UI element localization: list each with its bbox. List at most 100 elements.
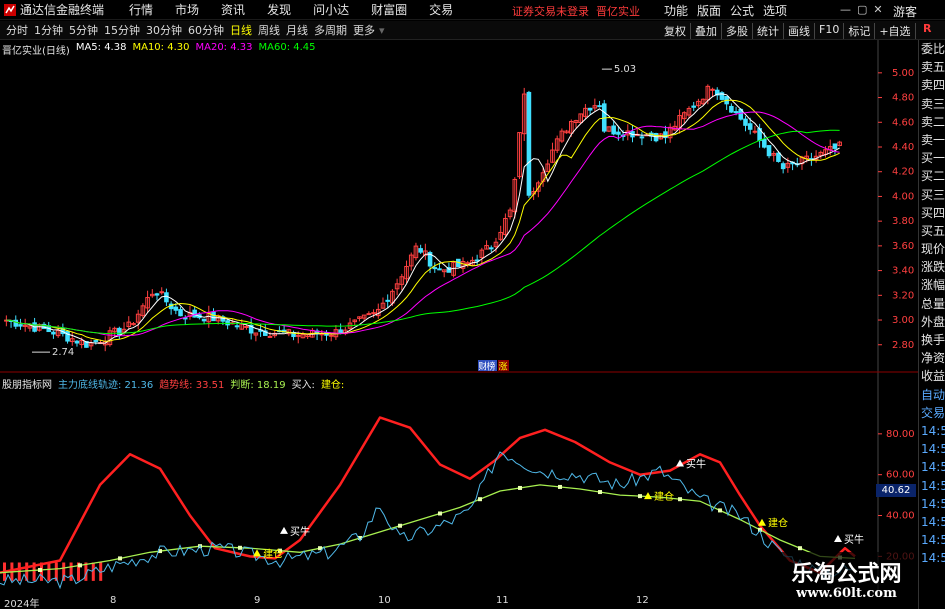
ma20-label: MA20: 4.33 <box>195 42 253 53</box>
buy-label: 买入: <box>291 380 315 391</box>
date-label-year: 2024年 <box>4 599 40 609</box>
candle-body <box>597 105 602 108</box>
chevron-down-icon[interactable]: ▾ <box>379 24 385 37</box>
right-panel-item: 卖二 <box>921 114 945 129</box>
menu-item-quotes[interactable]: 行情 <box>129 1 153 18</box>
high-label: 5.03 <box>614 64 636 75</box>
info-tag-label: 榜 <box>487 361 496 373</box>
menu-item-options[interactable]: 选项 <box>763 2 787 19</box>
toolbar-add-watch[interactable]: +自选 <box>875 23 916 39</box>
ma60-line <box>6 129 840 335</box>
menu-item-layout[interactable]: 版面 <box>697 2 721 19</box>
right-panel-item: 买二 <box>921 169 945 184</box>
build-label: 建仓: <box>320 380 345 391</box>
candlestick-chart[interactable]: 5.00 4.80 4.60 4.40 4.20 4.00 3.80 3.60 3.40 3.20… <box>0 40 918 373</box>
period-30min[interactable]: 30分钟 <box>146 22 182 38</box>
right-panel-item: 卖一 <box>921 132 945 147</box>
toolbar-multi[interactable]: 多股 <box>722 23 753 39</box>
trend-line <box>0 416 856 574</box>
price-tick-label: 4.40 <box>892 142 914 153</box>
buy-marker-1: 买牛 <box>280 525 310 538</box>
candle-body <box>13 319 19 327</box>
build-marker-label: 建仓 <box>654 490 674 503</box>
build-marker-label: 建仓 <box>263 547 283 560</box>
toolbar-stats[interactable]: 统计 <box>753 23 784 39</box>
candle-body <box>201 318 207 322</box>
candle-body <box>743 118 748 126</box>
menu-item-trade[interactable]: 交易 <box>429 1 453 18</box>
candle-body <box>385 299 390 302</box>
toolbar-mark[interactable]: 标记 <box>844 23 876 39</box>
candle-body <box>616 131 621 135</box>
candle-body <box>267 335 273 338</box>
candle-body <box>173 306 179 311</box>
price-tick-label: 3.20 <box>892 290 914 301</box>
toolbar-f10[interactable]: F10 <box>815 23 845 39</box>
r-label: R <box>923 22 932 35</box>
candle-body <box>710 88 715 91</box>
period-weekly[interactable]: 周线 <box>258 22 280 38</box>
candle-body <box>159 291 165 294</box>
price-tick-label: 3.40 <box>892 266 914 277</box>
right-panel-item: 净资 <box>921 351 945 366</box>
price-tick-label: 3.00 <box>892 315 914 326</box>
menu-item-news[interactable]: 资讯 <box>221 1 245 18</box>
date-label-sep: 9 <box>254 595 261 606</box>
date-label-oct: 10 <box>378 595 391 606</box>
buy-marker-2: 买牛 <box>676 457 706 470</box>
judge-square <box>398 523 402 528</box>
right-quote-panel: 委比 卖五 卖四 卖三 卖二 卖一 买一 买二 买三 买四 买五 现价 涨跌 涨幅 总量 外盘 换手 净资 收益 自动… <box>918 40 945 609</box>
menu-item-market[interactable]: 市场 <box>175 1 199 18</box>
menu-item-discover[interactable]: 发现 <box>267 1 291 18</box>
maximize-icon[interactable]: ▢ <box>857 3 867 16</box>
period-15min[interactable]: 15分钟 <box>104 22 140 38</box>
candle-body <box>526 91 532 196</box>
period-5min[interactable]: 5分钟 <box>69 22 98 38</box>
menu-item-function[interactable]: 功能 <box>664 2 688 19</box>
right-panel-item: 换手 <box>921 333 945 347</box>
candle-body <box>691 105 696 108</box>
close-icon[interactable]: ✕ <box>873 3 882 16</box>
date-label-dec: 12 <box>636 595 649 606</box>
judge-square <box>238 545 242 550</box>
period-60min[interactable]: 60分钟 <box>188 22 224 38</box>
candle-body <box>244 325 249 328</box>
candle-body <box>225 320 230 326</box>
candle-body <box>747 123 753 130</box>
right-panel-item: 卖四 <box>921 78 945 93</box>
candle-body <box>587 107 593 111</box>
right-panel-item: 14:56 <box>921 423 945 438</box>
minimize-icon[interactable]: — <box>840 3 851 16</box>
right-panel-item[interactable]: 交易 <box>919 404 945 422</box>
judge-square <box>798 546 802 551</box>
period-timeshare[interactable]: 分时 <box>6 22 28 38</box>
indicator-value-tag: 40.62 <box>876 484 916 497</box>
menu-item-formula[interactable]: 公式 <box>730 2 754 19</box>
period-1min[interactable]: 1分钟 <box>34 22 63 38</box>
ind-tick-label: 60.00 <box>886 470 915 481</box>
candle-body <box>729 105 734 113</box>
menu-item-ask[interactable]: 问小达 <box>313 1 349 18</box>
guest-label[interactable]: 游客 <box>893 3 917 20</box>
ind-tick-label: 40.00 <box>886 511 915 522</box>
candle-body <box>328 334 334 337</box>
judge-square <box>78 563 82 568</box>
login-warning[interactable]: 证券交易未登录 晋亿实业 <box>512 3 640 19</box>
toolbar-draw[interactable]: 画线 <box>784 23 815 39</box>
red-pillar <box>47 562 51 581</box>
judge-square <box>558 484 562 489</box>
right-panel-item: 卖三 <box>921 96 945 111</box>
info-tag-label: 涨 <box>499 362 508 373</box>
menu-item-wealth[interactable]: 财富圈 <box>371 1 407 18</box>
period-monthly[interactable]: 月线 <box>286 22 308 38</box>
period-more[interactable]: 更多 <box>353 22 375 38</box>
price-tick-label: 4.00 <box>892 191 914 202</box>
toolbar-adjust[interactable]: 复权 <box>660 23 691 39</box>
right-panel-item[interactable]: 自动 <box>919 386 945 404</box>
ma5-line <box>6 93 840 344</box>
period-multi[interactable]: 多周期 <box>314 22 347 38</box>
toolbar-overlay[interactable]: 叠加 <box>691 23 722 39</box>
indicator-name: 股朋指标网 <box>2 380 52 391</box>
date-label-nov: 11 <box>496 595 509 606</box>
period-daily[interactable]: 日线 <box>230 22 252 38</box>
